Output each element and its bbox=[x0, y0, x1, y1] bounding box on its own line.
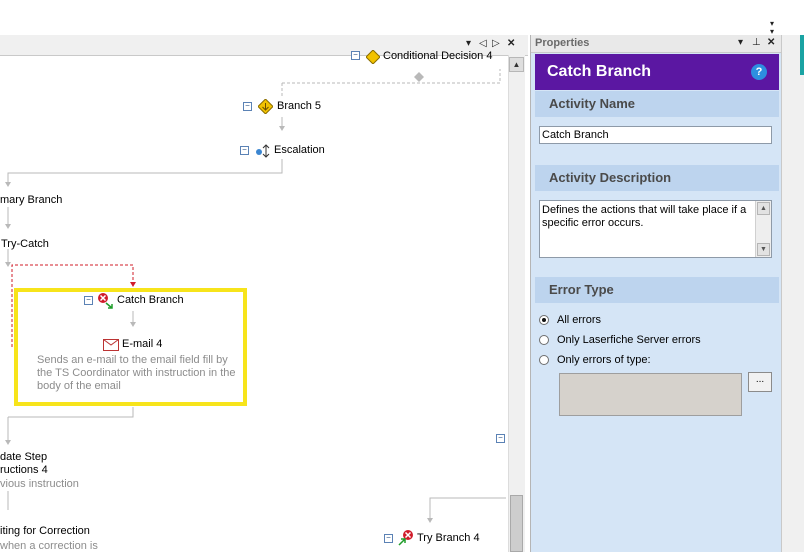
email4-label[interactable]: E-mail 4 bbox=[122, 338, 162, 350]
collapse-toggle[interactable]: − bbox=[240, 146, 249, 155]
collapse-toggle[interactable]: − bbox=[84, 296, 93, 305]
activity-description-textarea[interactable]: Defines the actions that will take place… bbox=[539, 200, 772, 258]
activity-title: Catch Branch bbox=[547, 63, 652, 80]
description-text: Defines the actions that will take place… bbox=[542, 204, 747, 229]
try-catch-label[interactable]: Try-Catch bbox=[1, 238, 49, 250]
decision-diamond bbox=[414, 72, 424, 82]
properties-titlebar: Properties ▾ ⊥ ✕ bbox=[531, 35, 781, 53]
browse-error-types-button[interactable]: ... bbox=[748, 372, 772, 392]
collapse-toggle[interactable]: − bbox=[351, 51, 360, 60]
error-types-list[interactable] bbox=[559, 373, 742, 416]
scrollbar-thumb[interactable] bbox=[510, 495, 523, 552]
catch-branch-label[interactable]: Catch Branch bbox=[117, 294, 184, 306]
radio-label: All errors bbox=[557, 314, 602, 326]
instructions-label[interactable]: ructions 4 bbox=[0, 464, 48, 476]
update-step-label[interactable]: date Step bbox=[0, 451, 47, 463]
close-icon[interactable]: ✕ bbox=[507, 38, 515, 50]
waiting-correction-label[interactable]: iting for Correction bbox=[0, 525, 90, 537]
branch-icon bbox=[258, 99, 273, 114]
right-edge-strip bbox=[781, 35, 804, 552]
scroll-up-icon[interactable]: ▲ bbox=[509, 57, 524, 72]
help-icon[interactable]: ? bbox=[751, 64, 767, 80]
top-toolbar-area bbox=[0, 0, 804, 35]
activity-name-section[interactable]: Activity Name bbox=[535, 91, 779, 117]
catch-branch-icon bbox=[98, 293, 113, 309]
scroll-down-icon[interactable]: ▼ bbox=[757, 243, 770, 256]
radio-errors-of-type[interactable] bbox=[539, 355, 549, 365]
escalation-icon bbox=[256, 144, 270, 158]
primary-branch-label[interactable]: mary Branch bbox=[0, 194, 62, 206]
radio-label: Only Laserfiche Server errors bbox=[557, 334, 701, 346]
overflow-menu-icon[interactable]: ▾ ▾ bbox=[770, 20, 774, 36]
vertical-scrollbar[interactable]: ▲ bbox=[508, 55, 525, 552]
email4-description: Sends an e-mail to the email field fill … bbox=[37, 354, 236, 392]
try-branch4-label[interactable]: Try Branch 4 bbox=[417, 532, 480, 544]
email-icon bbox=[103, 339, 119, 351]
try-branch-icon bbox=[398, 530, 413, 546]
radio-laserfiche-errors[interactable] bbox=[539, 335, 549, 345]
error-type-section[interactable]: Error Type bbox=[535, 277, 779, 303]
radio-all-errors[interactable] bbox=[539, 315, 549, 325]
section-title: Activity Name bbox=[549, 96, 635, 111]
properties-header: Catch Branch ? bbox=[535, 54, 779, 90]
waiting-correction-text: when a correction is bbox=[0, 540, 98, 552]
dropdown-icon[interactable]: ▾ bbox=[738, 37, 743, 49]
close-icon[interactable]: ✕ bbox=[767, 37, 775, 49]
decision-icon bbox=[366, 50, 380, 64]
section-title: Error Type bbox=[549, 282, 614, 297]
conditional-decision-label[interactable]: Conditional Decision 4 bbox=[383, 50, 492, 62]
collapse-toggle[interactable]: − bbox=[243, 102, 252, 111]
properties-title: Properties bbox=[535, 37, 590, 49]
radio-label: Only errors of type: bbox=[557, 354, 651, 366]
collapse-toggle[interactable]: − bbox=[384, 534, 393, 543]
activity-name-input[interactable] bbox=[539, 126, 772, 144]
collapse-toggle[interactable]: − bbox=[496, 434, 505, 443]
accent-bar bbox=[800, 35, 804, 75]
activity-description-section[interactable]: Activity Description bbox=[535, 165, 779, 191]
previous-instruction-text: vious instruction bbox=[0, 478, 79, 490]
branch5-label[interactable]: Branch 5 bbox=[277, 100, 321, 112]
description-scrollbar[interactable]: ▲ ▼ bbox=[755, 201, 771, 257]
scroll-up-icon[interactable]: ▲ bbox=[757, 202, 770, 215]
pin-icon[interactable]: ⊥ bbox=[752, 37, 761, 49]
properties-panel: Properties ▾ ⊥ ✕ Catch Branch ? Activity… bbox=[530, 35, 781, 552]
section-title: Activity Description bbox=[549, 170, 672, 185]
escalation-label[interactable]: Escalation bbox=[274, 144, 325, 156]
workflow-designer[interactable]: ▾ ◁ ▷ ✕ − Conditional Decision 4 − Branc… bbox=[0, 35, 528, 552]
